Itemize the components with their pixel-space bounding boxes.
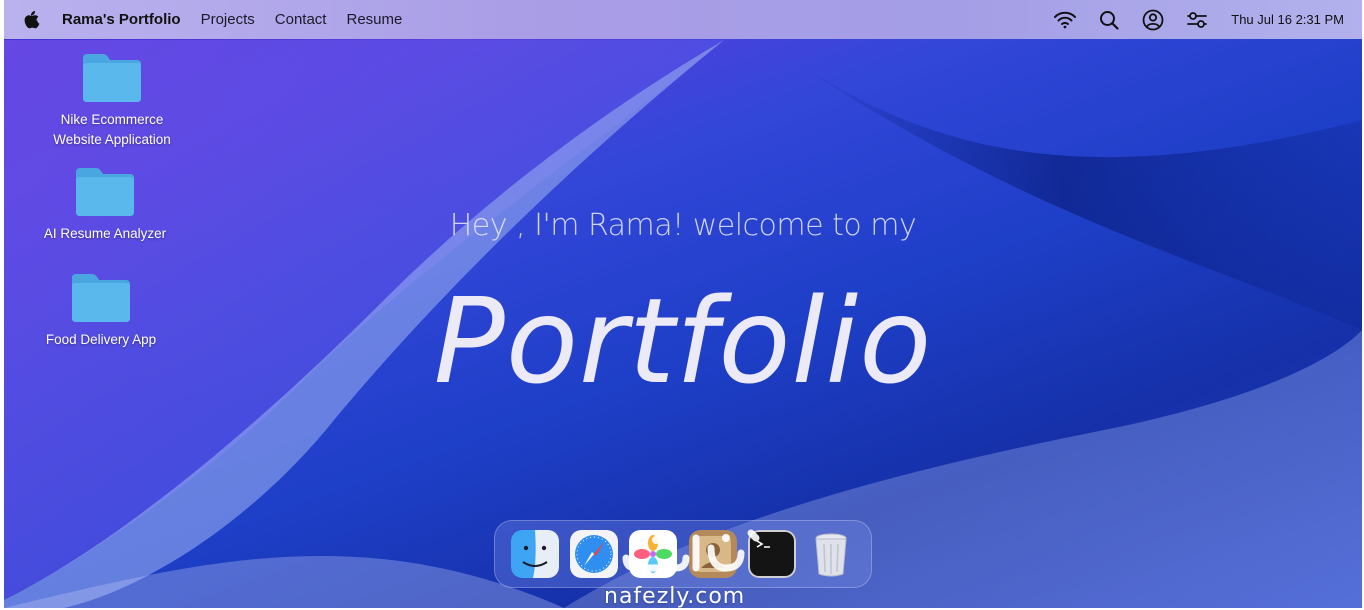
watermark-text: nafezly.com [604,584,746,608]
finder-icon[interactable] [510,530,559,578]
folder-icon [83,54,141,102]
menu-resume[interactable]: Resume [346,11,402,28]
app-name[interactable]: Rama's Portfolio [62,11,181,28]
apple-icon[interactable] [24,10,40,29]
folder-label: Website Application [53,132,171,147]
folder-label: Nike Ecommerce [60,112,164,127]
desktop-screen: Rama's Portfolio Projects Contact Resume… [4,0,1362,608]
watermark-logo [622,529,760,572]
trash-icon[interactable] [807,530,855,578]
hero-title: Portfolio [433,272,933,410]
safari-icon[interactable] [569,530,618,578]
menu-bar: Rama's Portfolio Projects Contact Resume… [4,0,1362,39]
menu-contact[interactable]: Contact [275,11,327,28]
folder-nike-ecommerce[interactable]: Nike Ecommerce Website Application [48,52,176,150]
search-icon[interactable] [1097,8,1121,32]
clock[interactable]: Thu Jul 16 2:31 PM [1231,12,1344,27]
wifi-icon[interactable] [1053,8,1077,32]
hero-subtitle: Hey , I'm Rama! welcome to my [449,208,917,243]
menu-projects[interactable]: Projects [201,11,255,28]
user-icon[interactable] [1141,8,1165,32]
status-area: Thu Jul 16 2:31 PM [1033,8,1344,32]
control-center-icon[interactable] [1185,8,1209,32]
